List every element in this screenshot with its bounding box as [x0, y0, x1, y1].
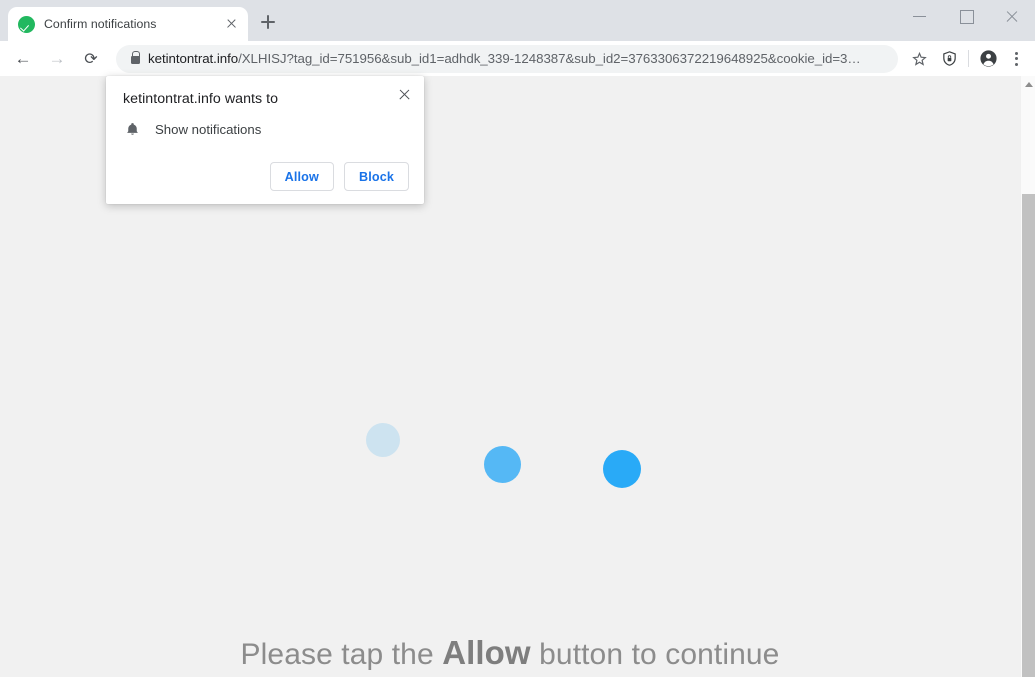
back-button[interactable]: ← — [8, 44, 38, 74]
instruction-emphasis: Allow — [442, 634, 531, 671]
toolbar-divider — [968, 50, 969, 67]
site-info-button[interactable] — [122, 46, 148, 72]
browser-toolbar: ← → ⟳ ketintontrat.info/XLHISJ?tag_id=75… — [0, 41, 1035, 76]
bell-icon — [123, 120, 141, 138]
close-window-button[interactable] — [989, 0, 1035, 32]
reload-icon: ⟳ — [84, 50, 98, 68]
lock-icon — [130, 51, 140, 64]
window-controls — [897, 0, 1035, 41]
vertical-scrollbar[interactable] — [1020, 76, 1035, 677]
tab-strip: Confirm notifications — [0, 0, 1035, 41]
close-tab-icon[interactable] — [222, 15, 240, 33]
allow-button[interactable]: Allow — [269, 162, 334, 191]
dialog-title: ketintontrat.info wants to — [123, 91, 279, 107]
dialog-actions: Allow Block — [269, 162, 409, 191]
tab-confirm-notifications[interactable]: Confirm notifications — [8, 7, 248, 41]
maximize-window-button[interactable] — [943, 0, 989, 32]
notification-permission-dialog: ketintontrat.info wants to Show notifica… — [106, 76, 424, 204]
account-avatar-icon[interactable] — [973, 44, 1003, 74]
three-dot-menu-icon[interactable] — [1003, 44, 1029, 74]
tab-title: Confirm notifications — [44, 17, 157, 31]
back-arrow-icon: ← — [14, 49, 32, 68]
new-tab-button[interactable] — [254, 8, 282, 36]
url-text: ketintontrat.info/XLHISJ?tag_id=751956&s… — [148, 51, 896, 66]
scroll-up-arrow-icon[interactable] — [1021, 76, 1035, 93]
loading-dot-2 — [484, 446, 521, 483]
forward-button[interactable]: → — [42, 44, 72, 74]
url-path: /XLHISJ?tag_id=751956&sub_id1=adhdk_339-… — [238, 51, 861, 66]
loading-dots — [366, 423, 656, 493]
instruction-prefix: Please tap the — [240, 638, 443, 671]
browser-window: Confirm notifications ← → ⟳ ketintontrat… — [0, 0, 1035, 677]
forward-arrow-icon: → — [48, 49, 66, 68]
bookmark-star-button[interactable] — [904, 44, 934, 74]
loading-dot-3 — [603, 450, 641, 488]
permission-request-row: Show notifications — [123, 120, 261, 138]
close-dialog-icon[interactable] — [392, 83, 416, 107]
address-bar[interactable]: ketintontrat.info/XLHISJ?tag_id=751956&s… — [116, 44, 898, 73]
reload-button[interactable]: ⟳ — [76, 44, 106, 74]
minimize-window-button[interactable] — [897, 0, 943, 32]
instruction-suffix: button to continue — [530, 638, 780, 671]
loading-dot-1 — [366, 423, 400, 457]
permission-request-label: Show notifications — [155, 121, 262, 137]
url-host: ketintontrat.info — [148, 51, 239, 66]
block-button[interactable]: Block — [343, 162, 409, 191]
shield-lock-icon[interactable] — [934, 44, 964, 74]
green-check-circle-icon — [18, 15, 35, 33]
vertical-scrollbar-thumb[interactable] — [1022, 194, 1035, 677]
instruction-text: Please tap the Allow button to continue — [0, 634, 1020, 672]
